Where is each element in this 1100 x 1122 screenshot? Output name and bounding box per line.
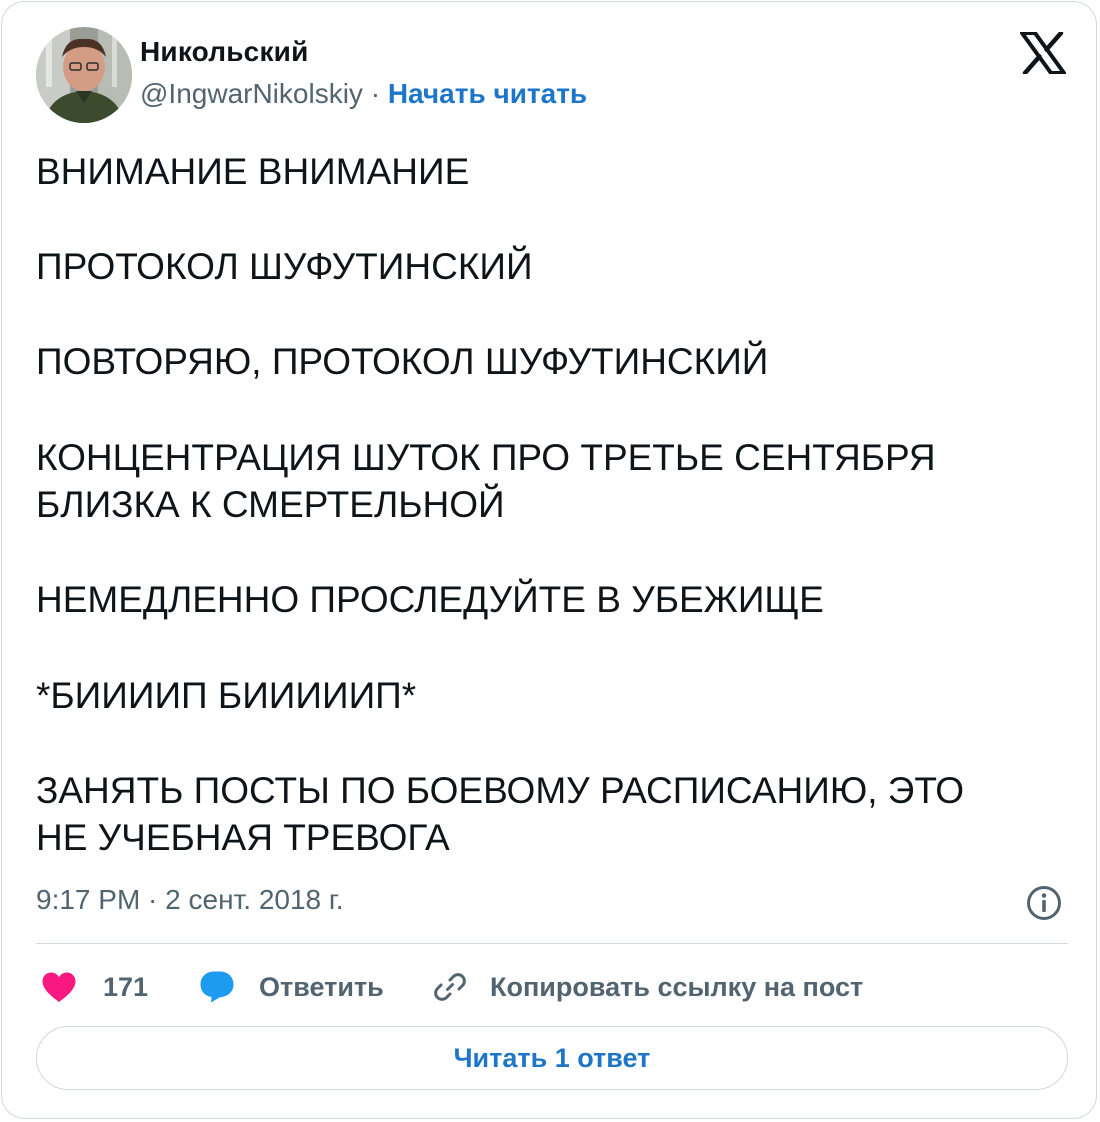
like-button[interactable]: 171	[41, 964, 148, 1010]
heart-icon	[42, 972, 76, 1002]
follow-link[interactable]: Начать читать	[388, 78, 587, 109]
read-replies-button[interactable]: Читать 1 ответ	[36, 1026, 1068, 1090]
reply-button[interactable]: Ответить	[199, 964, 384, 1010]
post-text: ВНИМАНИЕ ВНИМАНИЕ ПРОТОКОЛ ШУФУТИНСКИЙ П…	[36, 151, 965, 859]
author-handle[interactable]: @IngwarNikolskiy	[140, 78, 363, 109]
avatar-image	[36, 27, 132, 123]
link-icon	[434, 973, 466, 1001]
reply-label: Ответить	[259, 971, 384, 1002]
action-bar: 171 Ответить Копировать ссылку на пост	[36, 964, 1068, 1010]
embedded-post-card: Никольский @IngwarNikolskiy · Начать чит…	[1, 1, 1097, 1119]
avatar[interactable]	[36, 27, 132, 123]
post-timestamp[interactable]: 9:17 PM · 2 сент. 2018 г.	[36, 884, 343, 916]
copy-link-button[interactable]: Копировать ссылку на пост	[432, 964, 863, 1010]
x-logo-icon[interactable]	[1020, 32, 1066, 74]
info-icon[interactable]	[1026, 885, 1062, 921]
author-handle-line: @IngwarNikolskiy · Начать читать	[140, 78, 587, 110]
speech-bubble-icon	[200, 971, 234, 1003]
divider	[36, 943, 1068, 944]
author-name[interactable]: Никольский	[140, 36, 309, 68]
copy-link-label: Копировать ссылку на пост	[490, 971, 864, 1002]
like-count: 171	[103, 971, 149, 1002]
handle-separator: ·	[362, 78, 388, 109]
